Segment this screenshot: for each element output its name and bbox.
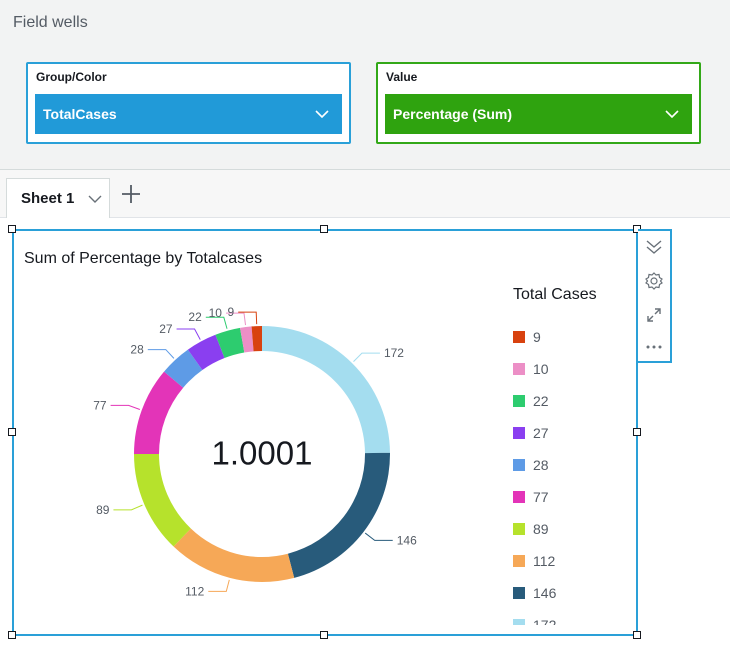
legend-item-89[interactable]: 89 [513,513,623,545]
legend-label: 10 [533,361,549,377]
chevron-down-icon[interactable] [314,106,330,122]
resize-handle[interactable] [320,631,328,639]
legend-swatch [513,491,525,503]
value-field-dropdown[interactable]: Percentage (Sum) [385,94,692,134]
value-well: Value Percentage (Sum) [376,62,701,144]
resize-handle[interactable] [320,225,328,233]
legend-label: 172 [533,617,557,625]
legend-swatch [513,523,525,535]
legend-item-112[interactable]: 112 [513,545,623,577]
field-wells-title: Field wells [13,14,88,31]
legend-swatch [513,331,525,343]
legend-item-9[interactable]: 9 [513,321,623,353]
resize-handle[interactable] [8,631,16,639]
tab-sheet-1[interactable]: Sheet 1 [6,178,110,218]
tab-sheet-1-label: Sheet 1 [21,190,75,207]
add-sheet-icon[interactable] [120,183,142,205]
resize-handle[interactable] [8,225,16,233]
legend-swatch [513,459,525,471]
legend-label: 27 [533,425,549,441]
group-color-field-name: TotalCases [43,106,117,122]
legend-item-172[interactable]: 172 [513,609,623,625]
legend-swatch [513,555,525,567]
legend-label: 112 [533,553,556,569]
legend-item-27[interactable]: 27 [513,417,623,449]
group-color-field-dropdown[interactable]: TotalCases [35,94,342,134]
legend-swatch [513,587,525,599]
chart-title: Sum of Percentage by Totalcases [24,250,263,267]
chevron-down-icon[interactable] [87,191,103,207]
legend-label: 77 [533,489,549,505]
legend-label: 89 [533,521,549,537]
legend-item-146[interactable]: 146 [513,577,623,609]
legend-label: 146 [533,585,557,601]
legend-label: 9 [533,329,541,345]
resize-handle[interactable] [633,428,641,436]
expand-icon[interactable] [644,305,664,325]
more-options-icon[interactable] [644,337,664,357]
visual-toolbar [638,229,672,363]
chart-legend[interactable]: 9 10 22 27 28 77 89 112 146 172 [513,321,623,625]
legend-item-10[interactable]: 10 [513,353,623,385]
value-field-name: Percentage (Sum) [393,106,513,122]
legend-item-28[interactable]: 28 [513,449,623,481]
group-color-well-label: Group/Color [36,70,107,84]
value-well-label: Value [386,70,418,84]
gear-icon[interactable] [644,271,664,291]
sheet-tab-bar: Sheet 1 [0,170,730,218]
collapse-icon[interactable] [644,237,664,257]
group-color-well: Group/Color TotalCases [26,62,351,144]
resize-handle[interactable] [8,428,16,436]
legend-title: Total Cases [513,286,597,303]
legend-swatch [513,363,525,375]
legend-label: 22 [533,393,549,409]
legend-swatch [513,395,525,407]
legend-swatch [513,427,525,439]
field-wells-panel: Field wells Group/Color TotalCases Value… [0,0,730,170]
resize-handle[interactable] [633,631,641,639]
legend-item-77[interactable]: 77 [513,481,623,513]
legend-item-22[interactable]: 22 [513,385,623,417]
legend-swatch [513,619,525,625]
legend-label: 28 [533,457,549,473]
chevron-down-icon[interactable] [664,106,680,122]
